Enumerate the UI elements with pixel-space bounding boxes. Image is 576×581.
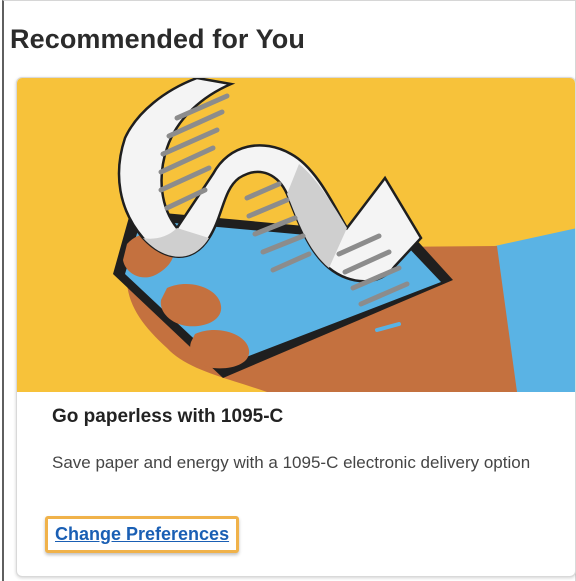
change-preferences-focus-ring: Change Preferences <box>45 516 240 553</box>
recommended-panel: Recommended for You Go paperless with 10… <box>2 0 576 581</box>
card-title: Go paperless with 1095-C <box>52 406 284 427</box>
change-preferences-link[interactable]: Change Preferences <box>55 524 229 545</box>
recommendation-card: Go paperless with 1095-C Save paper and … <box>16 77 576 577</box>
receipt-phone-illustration <box>17 78 575 392</box>
card-description: Save paper and energy with a 1095-C elec… <box>52 453 531 472</box>
section-title: Recommended for You <box>10 24 305 54</box>
